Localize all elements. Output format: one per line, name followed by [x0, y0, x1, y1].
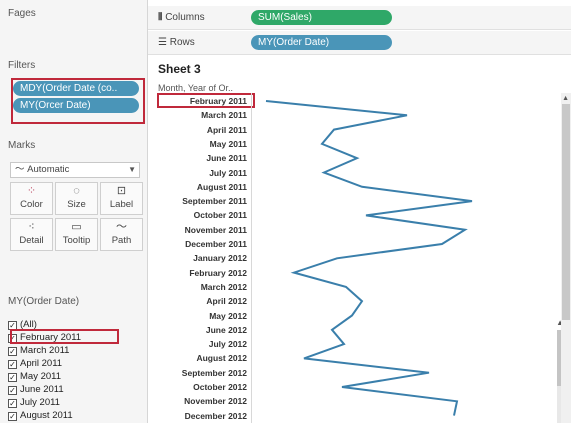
columns-pill-sum-sales[interactable]: SUM(Sales) [251, 10, 392, 25]
filter-check-label: March 2011 [20, 345, 70, 356]
marks-card: Marks 〜 Automatic ▼ ⁘ Color ◌ Size ⊡ Lab… [6, 138, 146, 290]
month-label: March 2011 [201, 110, 247, 121]
rows-shelf-icon: ☰ [158, 37, 170, 48]
month-label: October 2012 [193, 382, 247, 392]
filters-highlight-box [11, 78, 145, 124]
mark-type-value: Automatic [27, 164, 70, 175]
checkbox-checked-icon: ✓ [8, 386, 17, 395]
rows-label-wrap: ☰ Rows [158, 37, 195, 48]
month-label: November 2012 [184, 396, 247, 407]
month-label: December 2011 [185, 239, 247, 249]
filter-check-aug-2011[interactable]: ✓ August 2011 [8, 409, 73, 422]
mark-detail-label: Detail [19, 235, 44, 246]
line-mark-icon: 〜 [15, 164, 25, 175]
label-icon: ⊡ [116, 185, 127, 197]
columns-label-wrap: ⦀ Columns [158, 12, 205, 23]
sheet-title: Sheet 3 [158, 62, 201, 76]
rows-label: Rows [169, 37, 195, 48]
mark-label-button[interactable]: ⊡ Label [100, 182, 143, 215]
month-label: July 2012 [208, 339, 247, 350]
filter-check-mar-2011[interactable]: ✓ March 2011 [8, 344, 69, 357]
mark-size-button[interactable]: ◌ Size [55, 182, 98, 215]
month-label: April 2012 [206, 296, 247, 307]
month-label: August 2012 [196, 353, 247, 364]
checkbox-checked-icon: ✓ [8, 399, 17, 408]
filter-check-label: May 2011 [20, 371, 62, 382]
mark-path-label: Path [111, 235, 132, 246]
sheet-scroll-thumb[interactable] [562, 104, 570, 320]
chevron-down-icon: ▼ [128, 165, 136, 174]
checkbox-checked-icon: ✓ [8, 412, 17, 421]
filter-check-label: August 2011 [20, 410, 73, 421]
month-label: December 2012 [184, 410, 247, 421]
checkbox-checked-icon: ✓ [8, 360, 17, 369]
month-label: September 2011 [182, 196, 247, 207]
marks-title: Marks [8, 140, 36, 151]
pages-card: Fages [6, 6, 146, 50]
month-label: February 2012 [189, 267, 247, 278]
checkbox-checked-icon: ✓ [8, 347, 17, 356]
filter-check-jun-2011[interactable]: ✓ June 2011 [8, 383, 64, 396]
month-highlight-box [157, 93, 255, 108]
filter-check-jul-2011[interactable]: ✓ July 2011 [8, 396, 60, 409]
chart-area [251, 93, 561, 423]
month-label: August 2011 [196, 181, 247, 192]
color-dots-icon: ⁘ [26, 185, 37, 197]
checkbox-checked-icon: ✓ [8, 373, 17, 382]
filter-check-label: June 2011 [20, 384, 64, 395]
row-header-label: Month, Year of Or.. [158, 83, 234, 93]
mark-size-label: Size [67, 199, 86, 210]
month-label: June 2011 [206, 153, 247, 164]
filters-title: Filters [8, 60, 36, 71]
filter-check-label: April 2011 [20, 358, 63, 369]
mark-detail-button[interactable]: ⁖ Detail [10, 218, 53, 251]
line-chart [265, 100, 473, 416]
month-label: March 2012 [200, 281, 247, 292]
mark-tooltip-button[interactable]: ▭ Tooltip [55, 218, 98, 251]
columns-label: Columns [165, 12, 205, 23]
month-label: April 2011 [206, 124, 247, 135]
filter-list-title: MY(Order Date) [8, 296, 80, 307]
detail-icon: ⁖ [28, 221, 35, 233]
mark-type-select[interactable]: 〜 Automatic ▼ [10, 162, 140, 178]
sheet-scroll-up-icon[interactable]: ▲ [562, 95, 569, 102]
mark-tooltip-label: Tooltip [62, 235, 91, 246]
month-label: May 2012 [209, 310, 247, 321]
month-label: July 2011 [209, 167, 247, 178]
month-label: June 2012 [205, 324, 247, 335]
month-label: November 2011 [184, 224, 247, 235]
tooltip-icon: ▭ [71, 221, 82, 233]
month-label: September 2012 [181, 367, 247, 378]
month-label: January 2012 [193, 253, 247, 264]
pages-title: Fages [8, 8, 36, 19]
month-label: May 2011 [209, 138, 247, 149]
filter-check-may-2011[interactable]: ✓ May 2011 [8, 370, 61, 383]
month-label: October 2011 [193, 210, 247, 221]
rows-pill-my-order-date[interactable]: MY(Order Date) [251, 35, 392, 50]
sales-line [265, 100, 473, 416]
size-icon: ◌ [73, 185, 80, 197]
filter-check-label: July 2011 [20, 397, 60, 408]
mark-label-label: Label [109, 199, 134, 210]
mark-color-label: Color [20, 199, 43, 210]
path-icon: 〜 [116, 221, 127, 233]
filter-check-apr-2011[interactable]: ✓ April 2011 [8, 357, 62, 370]
filter-list-highlight-box [10, 329, 119, 344]
mark-path-button[interactable]: 〜 Path [100, 218, 143, 251]
mark-color-button[interactable]: ⁘ Color [10, 182, 53, 215]
